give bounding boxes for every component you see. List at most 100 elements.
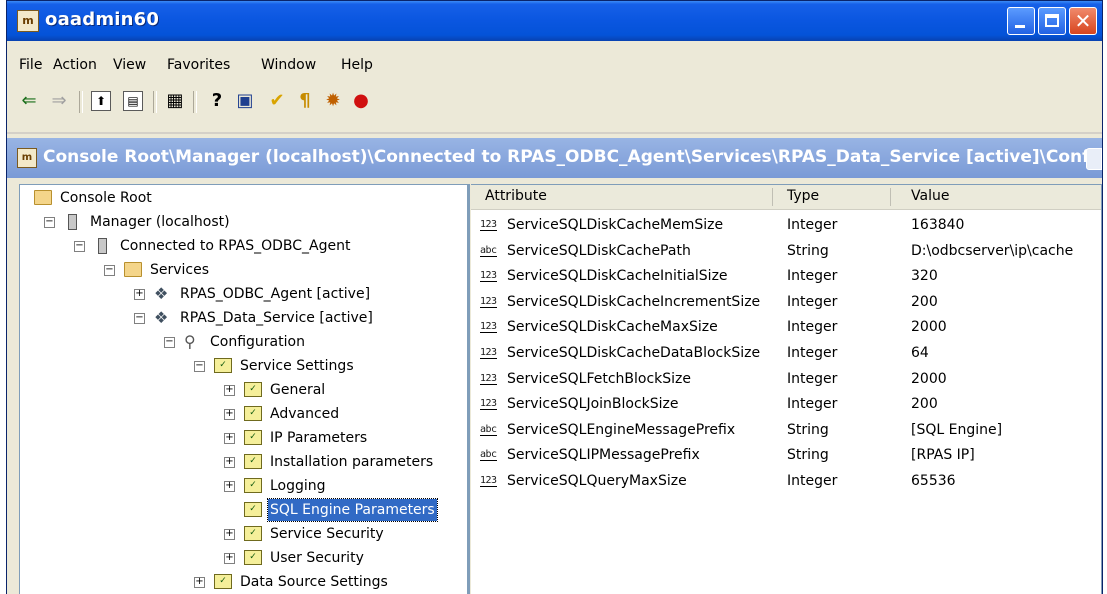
list-row[interactable]: abc ServiceSQLDiskCachePath String D:\odbcs…: [471, 239, 1101, 264]
attribute-value: 64: [911, 345, 929, 361]
collapse-icon[interactable]: −: [44, 217, 55, 228]
tree-item[interactable]: + ✓ Data Source Settings: [20, 571, 467, 593]
attribute-name: ServiceSQLDiskCacheMemSize: [507, 217, 724, 233]
expand-icon[interactable]: +: [224, 385, 235, 396]
list-row[interactable]: 123 ServiceSQLJoinBlockSize Integer 200: [471, 392, 1101, 417]
up-folder-icon[interactable]: ⬆: [91, 91, 111, 111]
attribute-value: 65536: [911, 473, 956, 489]
tree-item[interactable]: ✓ SQL Engine Parameters: [20, 498, 467, 522]
expand-icon[interactable]: +: [224, 553, 235, 564]
tree-item-label: IP Parameters: [270, 430, 368, 446]
minimize-button[interactable]: [1007, 7, 1035, 35]
list-row[interactable]: 123 ServiceSQLQueryMaxSize Integer 65536: [471, 469, 1101, 494]
settings-icon: ✓: [214, 358, 232, 373]
tree-item[interactable]: + ✓ Installation parameters: [20, 451, 467, 473]
collapse-icon[interactable]: −: [104, 265, 115, 276]
column-type[interactable]: Type: [787, 188, 819, 204]
tree-item[interactable]: − Connected to RPAS_ODBC_Agent: [20, 235, 467, 257]
service-gear-icon[interactable]: ✹: [321, 89, 345, 113]
list-row[interactable]: 123 ServiceSQLDiskCacheIncrementSize Integ…: [471, 290, 1101, 315]
forward-arrow-icon[interactable]: ⇒: [47, 89, 71, 113]
settings-icon: ✓: [244, 454, 262, 469]
service-icon: ❖: [154, 308, 169, 327]
close-icon: ✕: [1074, 9, 1092, 33]
tree-item[interactable]: + ✓ User Security: [20, 547, 467, 569]
tree-item-label: Manager (localhost): [90, 214, 230, 230]
title-bar[interactable]: m oaadmin60 ✕: [7, 1, 1102, 41]
tree-item-label: Console Root: [60, 190, 152, 206]
column-attribute[interactable]: Attribute: [485, 188, 547, 204]
child-title-bar[interactable]: m Console Root\Manager (localhost)\Conne…: [7, 138, 1102, 178]
attribute-type: Integer: [787, 268, 838, 285]
child-window: m Console Root\Manager (localhost)\Conne…: [7, 132, 1102, 594]
mmc-console-icon[interactable]: m: [17, 10, 39, 32]
expand-icon[interactable]: +: [224, 529, 235, 540]
tree-item[interactable]: − ❖ RPAS_Data_Service [active]: [20, 307, 467, 329]
service-icon: ❖: [154, 284, 169, 303]
attribute-name: ServiceSQLDiskCacheDataBlockSize: [507, 345, 761, 361]
tree-item[interactable]: + ✓ Logging: [20, 475, 467, 497]
expand-icon[interactable]: +: [224, 409, 235, 420]
help-icon[interactable]: ?: [205, 89, 229, 113]
tree-item-label: Logging: [270, 478, 326, 494]
column-value[interactable]: Value: [911, 188, 949, 204]
expand-icon[interactable]: +: [224, 457, 235, 468]
tree-item[interactable]: + ✓ Service Security: [20, 523, 467, 545]
child-minimize-button[interactable]: [1086, 148, 1102, 170]
server-icon: [98, 238, 107, 254]
expand-icon[interactable]: +: [224, 433, 235, 444]
child-window-title: Console Root\Manager (localhost)\Connect…: [43, 147, 1103, 167]
connect-icon[interactable]: ¶: [293, 89, 317, 113]
attribute-type: String: [787, 421, 829, 438]
collapse-icon[interactable]: −: [164, 337, 175, 348]
window-title: oaadmin60: [45, 9, 160, 30]
list-row[interactable]: abc ServiceSQLEngineMessagePrefix String [S…: [471, 418, 1101, 443]
expand-icon[interactable]: +: [134, 289, 145, 300]
tree-item[interactable]: + ✓ Advanced: [20, 403, 467, 425]
settings-icon: ✓: [244, 430, 262, 445]
export-list-icon[interactable]: ▦: [163, 89, 187, 113]
tree-item[interactable]: + ❖ RPAS_ODBC_Agent [active]: [20, 283, 467, 305]
tree-item[interactable]: + ✓ General: [20, 379, 467, 401]
menu-view[interactable]: View: [113, 57, 146, 73]
list-row[interactable]: 123 ServiceSQLDiskCacheDataBlockSize Integ…: [471, 341, 1101, 366]
attribute-name: ServiceSQLDiskCacheInitialSize: [507, 268, 728, 285]
maximize-button[interactable]: [1038, 7, 1066, 35]
attribute-type: Integer: [787, 396, 838, 413]
collapse-icon[interactable]: −: [194, 361, 205, 372]
list-row[interactable]: 123 ServiceSQLFetchBlockSize Integer 2000: [471, 367, 1101, 392]
attribute-value: 2000: [911, 370, 947, 387]
tree-item[interactable]: Console Root: [20, 187, 467, 209]
close-button[interactable]: ✕: [1069, 7, 1097, 35]
menu-window[interactable]: Window: [261, 57, 316, 73]
attribute-type: Integer: [787, 217, 838, 233]
tree-item[interactable]: − ✓ Service Settings: [20, 355, 467, 377]
back-arrow-icon[interactable]: ⇐: [17, 89, 41, 113]
tree-item[interactable]: − ⚲ Configuration: [20, 331, 467, 353]
settings-icon: ✓: [214, 574, 232, 589]
collapse-icon[interactable]: −: [74, 241, 85, 252]
tree-item[interactable]: − Services: [20, 259, 467, 281]
list-row[interactable]: 123 ServiceSQLDiskCacheInitialSize Integer…: [471, 264, 1101, 289]
attribute-type: String: [787, 242, 829, 259]
properties-icon[interactable]: ▣: [233, 89, 257, 113]
list-row[interactable]: 123 ServiceSQLDiskCacheMaxSize Integer 2000: [471, 315, 1101, 340]
tree-item[interactable]: + ✓ IP Parameters: [20, 427, 467, 449]
list-row[interactable]: 123 ServiceSQLDiskCacheMemSize Integer 1638…: [471, 213, 1101, 238]
expand-icon[interactable]: +: [224, 481, 235, 492]
traffic-light-icon[interactable]: ●: [349, 89, 373, 113]
tree-item[interactable]: − Manager (localhost): [20, 211, 467, 233]
menu-file[interactable]: File: [19, 57, 42, 73]
menu-favorites[interactable]: Favorites: [167, 57, 230, 73]
column-divider[interactable]: [890, 188, 891, 206]
collapse-icon[interactable]: −: [134, 313, 145, 324]
expand-icon[interactable]: +: [194, 577, 205, 588]
menu-action[interactable]: Action: [53, 57, 97, 73]
show-hide-tree-icon[interactable]: ▤: [123, 91, 143, 111]
list-row[interactable]: abc ServiceSQLIPMessagePrefix String [RPAS …: [471, 443, 1101, 468]
column-divider[interactable]: [772, 188, 773, 206]
menu-help[interactable]: Help: [341, 57, 373, 73]
checkmark-icon[interactable]: ✔: [265, 89, 289, 113]
attribute-name: ServiceSQLDiskCachePath: [507, 242, 691, 259]
tree-item-label: Advanced: [270, 406, 340, 422]
